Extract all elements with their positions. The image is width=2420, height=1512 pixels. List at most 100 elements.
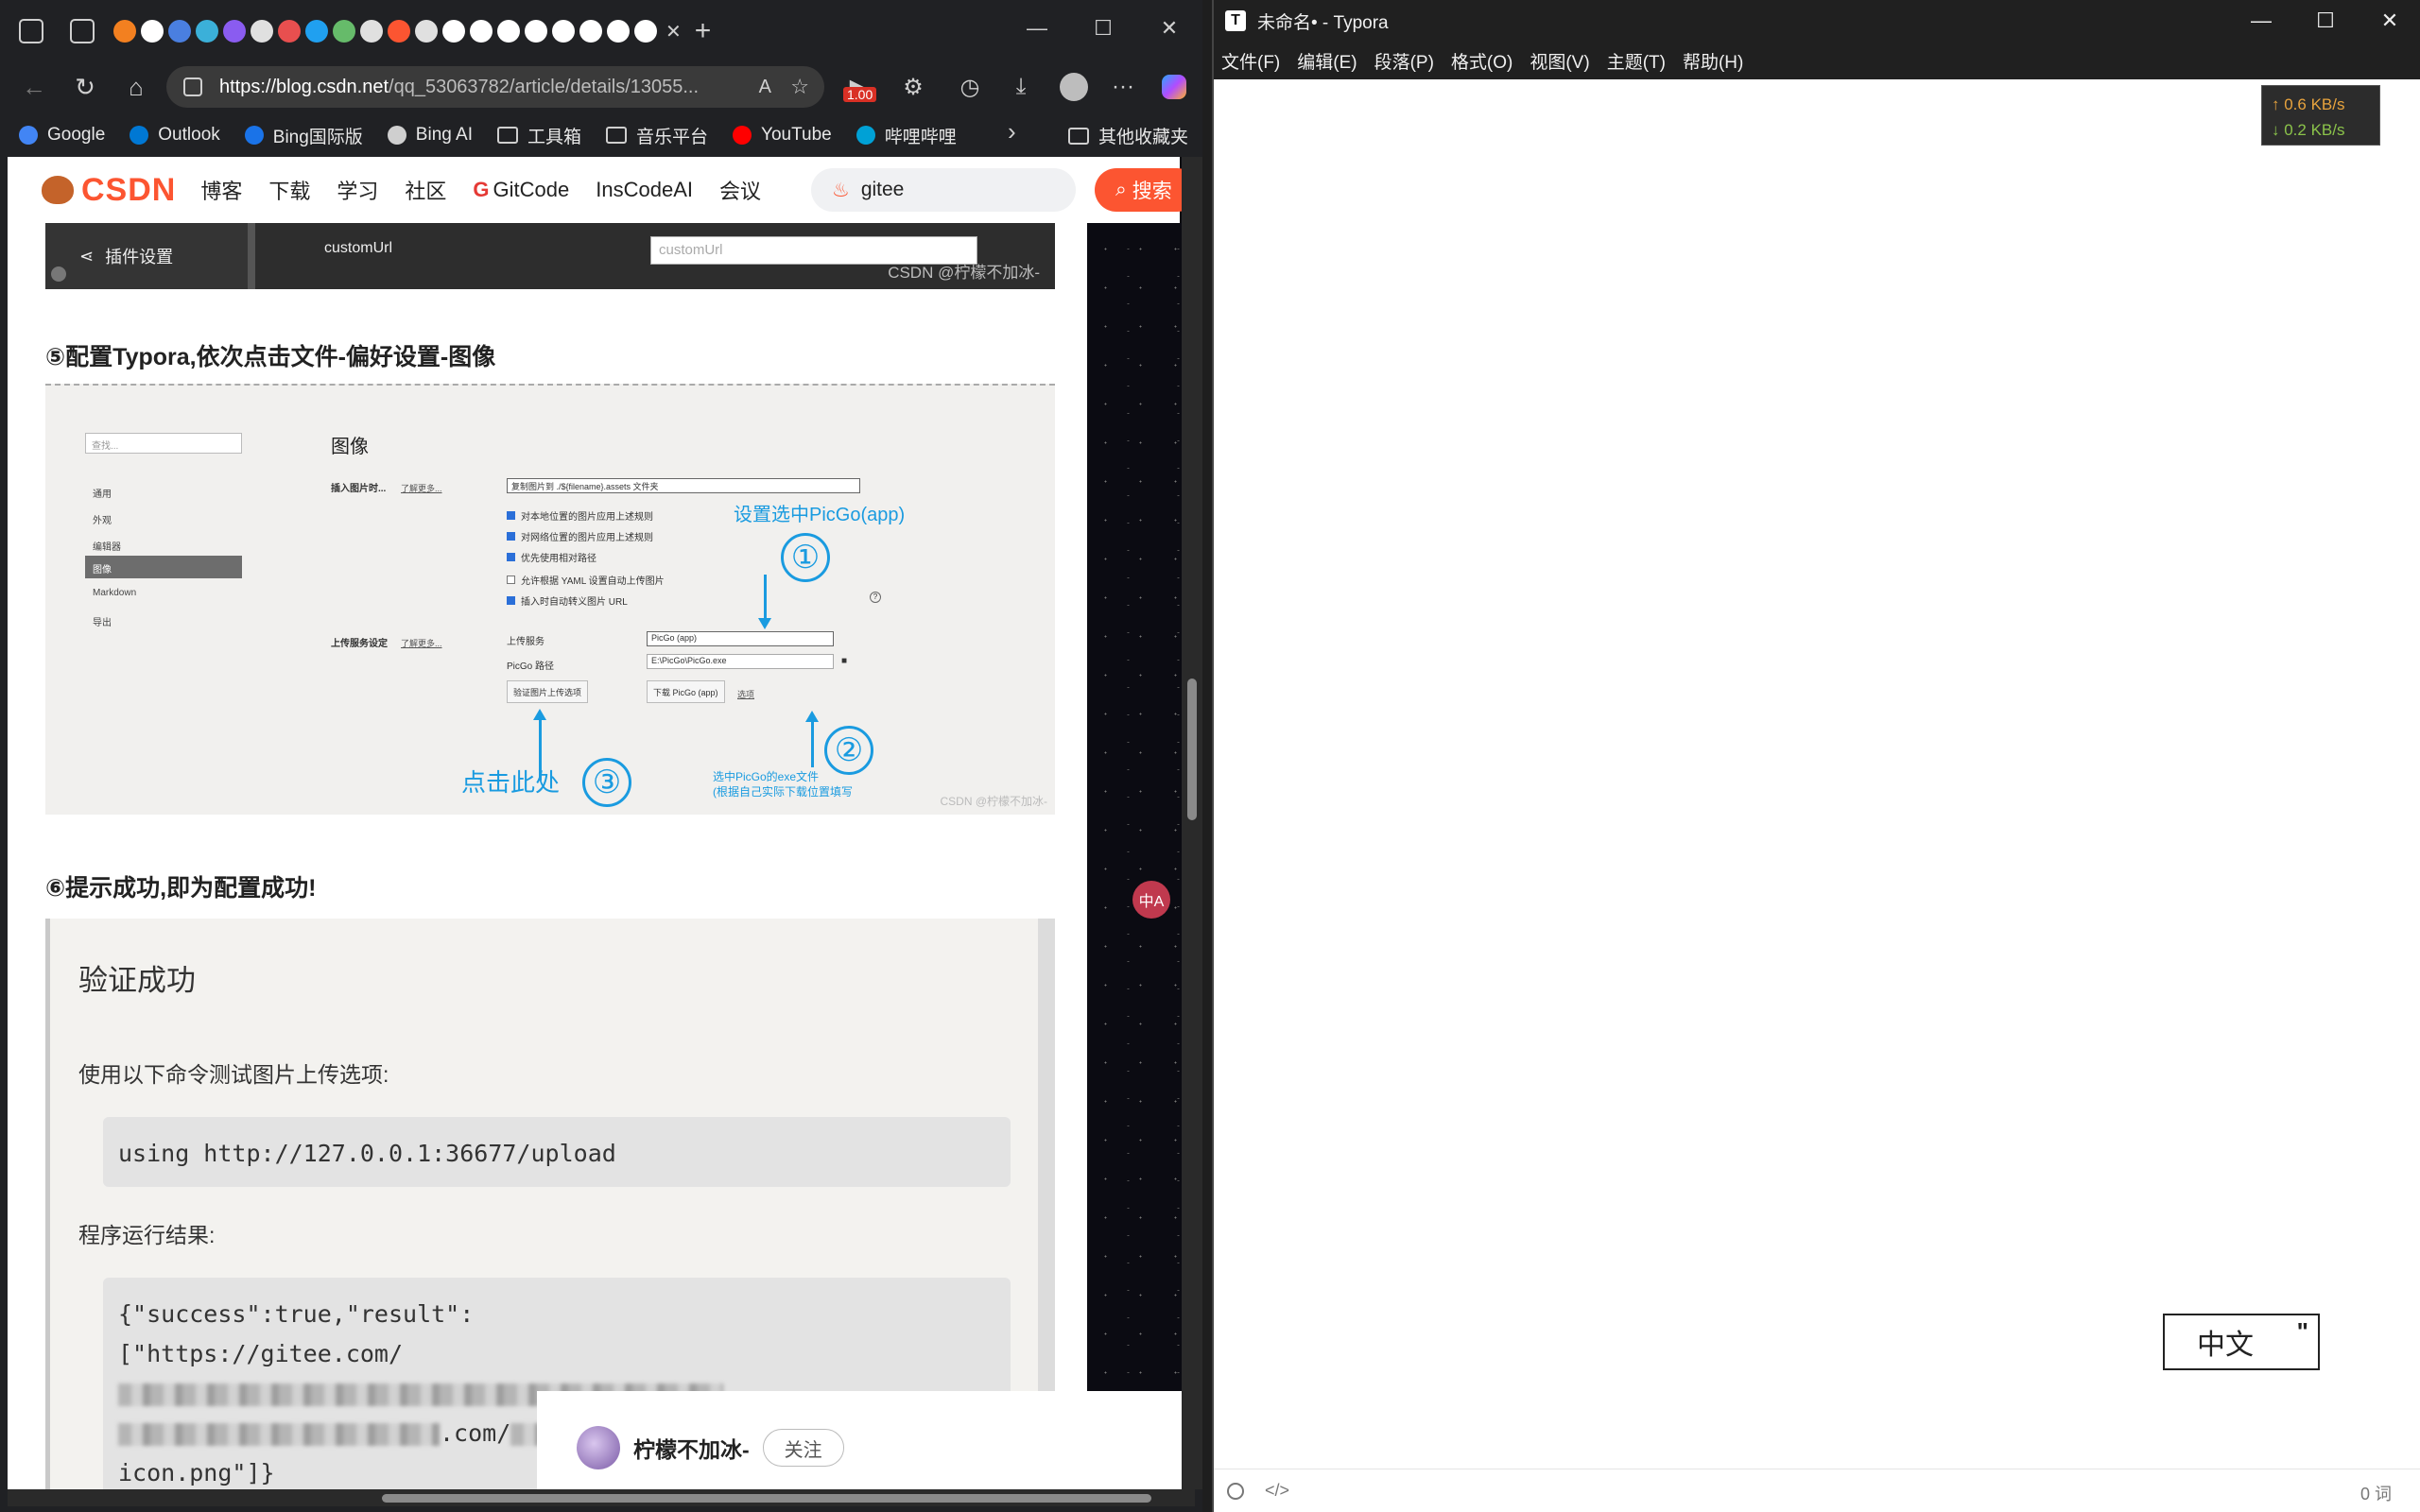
author-avatar[interactable] bbox=[577, 1426, 620, 1469]
bookmark-item[interactable]: 工具箱 bbox=[497, 123, 581, 148]
read-aloud-icon[interactable]: A bbox=[759, 77, 771, 98]
nav-gitcode[interactable]: G GitCode bbox=[473, 178, 569, 202]
bookmark-label: 音乐平台 bbox=[636, 127, 709, 147]
tab-favicon-icon[interactable] bbox=[113, 20, 136, 43]
checkbox-unchecked-icon bbox=[507, 576, 515, 584]
nav-inscodeai[interactable]: InsCodeAI bbox=[596, 178, 693, 202]
more-menu-icon[interactable]: ··· bbox=[1106, 70, 1140, 104]
pref-menu-general: 通用 bbox=[93, 490, 112, 500]
bookmark-item[interactable]: YouTube bbox=[733, 125, 832, 146]
typora-window: T 未命名• - Typora — ☐ ✕ 文件(F) 编辑(E) 段落(P) … bbox=[1212, 0, 2420, 1512]
menu-paragraph[interactable]: 段落(P) bbox=[1374, 48, 1434, 74]
tab-favicon-icon[interactable] bbox=[168, 20, 191, 43]
tab-favicon-icon[interactable] bbox=[223, 20, 246, 43]
bookmark-item[interactable]: Google bbox=[19, 125, 105, 146]
tab-favicon-icon[interactable] bbox=[634, 20, 657, 43]
bookmark-item[interactable]: Bing国际版 bbox=[244, 123, 363, 148]
author-name[interactable]: 柠檬不加冰- bbox=[633, 1432, 750, 1464]
tab-favicon-icon[interactable] bbox=[442, 20, 465, 43]
nav-download[interactable]: 下载 bbox=[268, 175, 310, 205]
ime-indicator[interactable]: 中文 " bbox=[2163, 1314, 2320, 1370]
word-count[interactable]: 0 词 bbox=[2360, 1481, 2392, 1505]
nav-learn[interactable]: 学习 bbox=[337, 175, 378, 205]
pref-menu-appearance: 外观 bbox=[93, 516, 112, 526]
csdn-logo[interactable]: CSDN bbox=[42, 172, 176, 209]
nav-meeting[interactable]: 会议 bbox=[719, 175, 761, 205]
translate-icon[interactable]: 中A bbox=[1132, 881, 1170, 919]
other-bookmarks[interactable]: 其他收藏夹 bbox=[1068, 123, 1188, 148]
typora-editor[interactable] bbox=[1214, 79, 2420, 1469]
tab-favicon-icon[interactable] bbox=[497, 20, 520, 43]
tab-favicon-icon[interactable] bbox=[251, 20, 273, 43]
insert-image-label: 插入图片时... bbox=[331, 484, 387, 494]
maximize-button[interactable]: ☐ bbox=[1070, 0, 1136, 57]
menu-edit[interactable]: 编辑(E) bbox=[1297, 48, 1357, 74]
window-title: 未命名• - Typora bbox=[1257, 12, 1389, 33]
tab-favicon-icon[interactable] bbox=[415, 20, 438, 43]
csdn-search-input[interactable]: ♨ gitee bbox=[811, 168, 1076, 212]
favorite-star-icon[interactable]: ☆ bbox=[790, 75, 809, 99]
horizontal-scrollbar[interactable] bbox=[8, 1489, 1195, 1506]
history-icon[interactable]: ◷ bbox=[953, 70, 987, 104]
close-tab-icon[interactable]: ✕ bbox=[666, 20, 682, 43]
vertical-scrollbar[interactable] bbox=[1182, 157, 1202, 1489]
bookmark-item[interactable]: 哔哩哔哩 bbox=[856, 123, 957, 148]
tab-favicon-icon[interactable] bbox=[360, 20, 383, 43]
tab-favicon-icon[interactable] bbox=[607, 20, 630, 43]
result-label: 程序运行结果: bbox=[78, 1223, 216, 1247]
scrollbar-thumb[interactable] bbox=[382, 1494, 1151, 1503]
pref-check-1: 对本地位置的图片应用上述规则 bbox=[507, 508, 653, 523]
bookmark-item[interactable]: Outlook bbox=[130, 125, 220, 146]
bookmarks-more-icon[interactable]: › bbox=[1008, 117, 1016, 146]
source-code-toggle-icon[interactable]: </> bbox=[1265, 1481, 1289, 1501]
extensions-icon[interactable]: ⚙ bbox=[896, 70, 930, 104]
nav-community[interactable]: 社区 bbox=[405, 175, 446, 205]
tab-favicon-icon[interactable] bbox=[388, 20, 410, 43]
site-info-icon[interactable] bbox=[183, 77, 202, 96]
check-label: 对网络位置的图片应用上述规则 bbox=[521, 533, 653, 543]
tab-favicon-icon[interactable] bbox=[141, 20, 164, 43]
bookmark-label: 工具箱 bbox=[527, 127, 582, 147]
tab-favicon-icon[interactable] bbox=[196, 20, 218, 43]
tab-favicon-icon[interactable] bbox=[525, 20, 547, 43]
tab-favicon-icon[interactable] bbox=[470, 20, 493, 43]
minimize-button[interactable]: — bbox=[1004, 0, 1070, 57]
workspaces-icon[interactable] bbox=[19, 19, 43, 43]
tab-favicon-icon[interactable] bbox=[552, 20, 575, 43]
close-button[interactable]: ✕ bbox=[2358, 0, 2420, 42]
copilot-icon[interactable] bbox=[1157, 70, 1191, 104]
tab-favicon-icon[interactable] bbox=[278, 20, 301, 43]
nav-blog[interactable]: 博客 bbox=[200, 175, 242, 205]
address-bar[interactable]: https://blog.csdn.net/qq_53063782/articl… bbox=[166, 66, 824, 108]
minimize-button[interactable]: — bbox=[2229, 0, 2293, 42]
maximize-button[interactable]: ☐ bbox=[2293, 0, 2358, 42]
hot-flame-icon: ♨ bbox=[832, 179, 850, 201]
back-button[interactable]: ← bbox=[17, 70, 51, 104]
google-icon bbox=[19, 126, 38, 145]
menu-file[interactable]: 文件(F) bbox=[1221, 48, 1280, 74]
sidebar-toggle-icon[interactable] bbox=[1227, 1482, 1244, 1500]
downloads-icon[interactable]: ⤓ bbox=[1004, 70, 1038, 104]
checkbox-checked-icon bbox=[507, 511, 515, 520]
bookmark-item[interactable]: 音乐平台 bbox=[606, 123, 708, 148]
reload-button[interactable]: ↻ bbox=[68, 70, 102, 104]
csdn-search-button[interactable]: ⌕ 搜索 bbox=[1095, 168, 1195, 212]
tab-favicon-icon[interactable] bbox=[333, 20, 355, 43]
menu-view[interactable]: 视图(V) bbox=[1530, 48, 1589, 74]
command-code-block: using http://127.0.0.1:36677/upload bbox=[103, 1117, 1011, 1187]
menu-help[interactable]: 帮助(H) bbox=[1683, 48, 1743, 74]
tab-favicon-icon[interactable] bbox=[305, 20, 328, 43]
nav-gitcode-label: GitCode bbox=[493, 178, 570, 201]
vertical-tabs-icon[interactable] bbox=[70, 19, 95, 43]
scrollbar-thumb[interactable] bbox=[1187, 679, 1197, 820]
help-icon: ? bbox=[870, 592, 881, 603]
follow-button[interactable]: 关注 bbox=[762, 1429, 844, 1467]
new-tab-button[interactable]: + bbox=[695, 15, 712, 47]
menu-theme[interactable]: 主题(T) bbox=[1607, 48, 1666, 74]
bookmark-item[interactable]: Bing AI bbox=[387, 125, 473, 146]
profile-avatar[interactable] bbox=[1057, 70, 1091, 104]
menu-format[interactable]: 格式(O) bbox=[1451, 48, 1512, 74]
tab-favicon-icon[interactable] bbox=[579, 20, 602, 43]
close-button[interactable]: ✕ bbox=[1136, 0, 1202, 57]
home-button[interactable]: ⌂ bbox=[119, 70, 153, 104]
